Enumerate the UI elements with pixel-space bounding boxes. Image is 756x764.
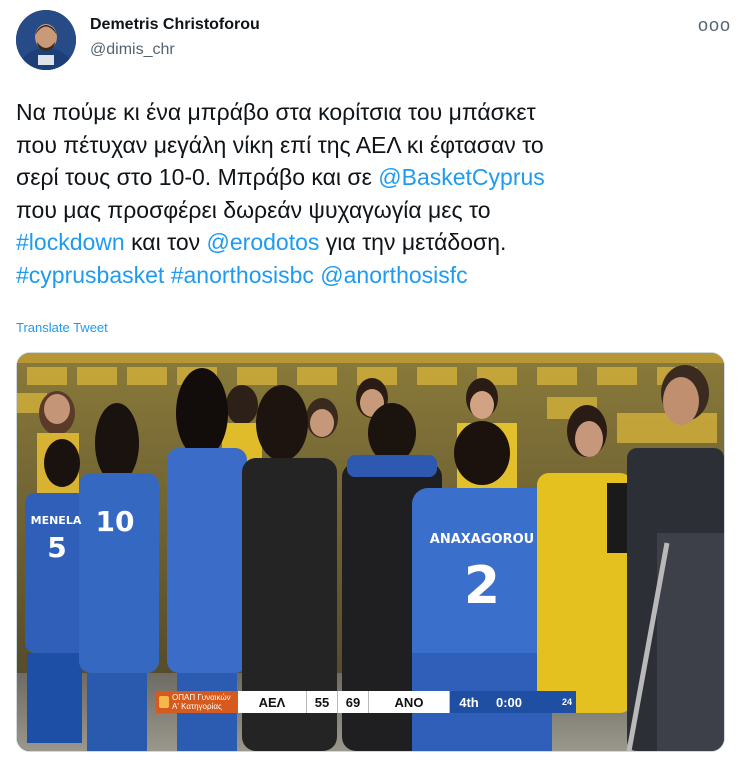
tweet-media[interactable]: MENELA 5 10 ANAXAGOROU 2 ΟΠΑΠ Γυναικών Α… xyxy=(16,352,725,752)
shot-clock: 24 xyxy=(558,691,576,713)
tweet-card: Demetris Christoforou @dimis_chr ooo Να … xyxy=(0,0,756,764)
tweet-line-5-mid: και τον xyxy=(124,229,207,255)
scoreboard: ΟΠΑΠ Γυναικών Α' Κατηγορίας ΑΕΛ 55 69 ΑΝ… xyxy=(156,691,576,713)
tweet-line-3-text: σερί τους στο 10-0. Μπράβο και σε xyxy=(16,164,379,190)
avatar-image xyxy=(16,10,76,70)
tweet-line-2: που πέτυχαν μεγάλη νίκη επί της ΑΕΛ κι έ… xyxy=(16,131,544,158)
hashtag-cyprusbasket[interactable]: #cyprusbasket xyxy=(16,262,164,288)
tweet-line-5: #lockdown και τον @erodotos για την μετά… xyxy=(16,226,744,259)
scoreboard-league: ΟΠΑΠ Γυναικών Α' Κατηγορίας xyxy=(156,691,238,713)
league-line-2: Α' Κατηγορίας xyxy=(172,702,222,711)
tweet-text: Να πούμε κι ένα μπράβο στα κορίτσια του … xyxy=(16,96,744,291)
more-options-icon[interactable]: ooo xyxy=(698,14,730,36)
tweet-line-1: Να πούμε κι ένα μπράβο στα κορίτσια του … xyxy=(16,99,536,125)
jersey-number-2: 2 xyxy=(464,556,500,616)
jersey-name-menela: MENELA xyxy=(31,514,82,527)
away-team-score: 69 xyxy=(338,691,369,713)
hashtag-lockdown[interactable]: #lockdown xyxy=(16,229,125,255)
tweet-line-5-end: για την μετάδοση. xyxy=(319,229,507,255)
jersey-name-anaxagorou: ANAXAGOROU xyxy=(430,532,534,547)
home-team-name: ΑΕΛ xyxy=(238,691,307,713)
tweet-line-4: που μας προσφέρει δωρεάν ψυχαγωγία μες τ… xyxy=(16,196,491,223)
league-logo-icon xyxy=(159,696,169,708)
jersey-number-10: 10 xyxy=(96,505,135,538)
mention-basketcyprus[interactable]: @BasketCyprus xyxy=(378,164,545,190)
home-team-score: 55 xyxy=(307,691,338,713)
mention-erodotos[interactable]: @erodotos xyxy=(207,229,320,255)
game-period: 4th xyxy=(450,691,488,713)
author-name[interactable]: Demetris Christoforou xyxy=(90,16,260,34)
hashtag-anorthosisbc[interactable]: #anorthosisbc xyxy=(171,262,314,288)
away-team-name: ΑΝΟ xyxy=(369,691,450,713)
avatar[interactable] xyxy=(16,10,76,70)
translate-tweet-link[interactable]: Translate Tweet xyxy=(16,320,108,335)
game-clock: 0:00 xyxy=(488,691,558,713)
jersey-number-5: 5 xyxy=(47,531,66,564)
mention-anorthosisfc[interactable]: @anorthosisfc xyxy=(320,262,467,288)
league-line-1: ΟΠΑΠ Γυναικών xyxy=(172,693,231,702)
author-handle[interactable]: @dimis_chr xyxy=(90,41,175,59)
tweet-line-6: #cyprusbasket #anorthosisbc @anorthosisf… xyxy=(16,259,744,292)
tweet-line-3: σερί τους στο 10-0. Μπράβο και σε @Baske… xyxy=(16,161,744,194)
